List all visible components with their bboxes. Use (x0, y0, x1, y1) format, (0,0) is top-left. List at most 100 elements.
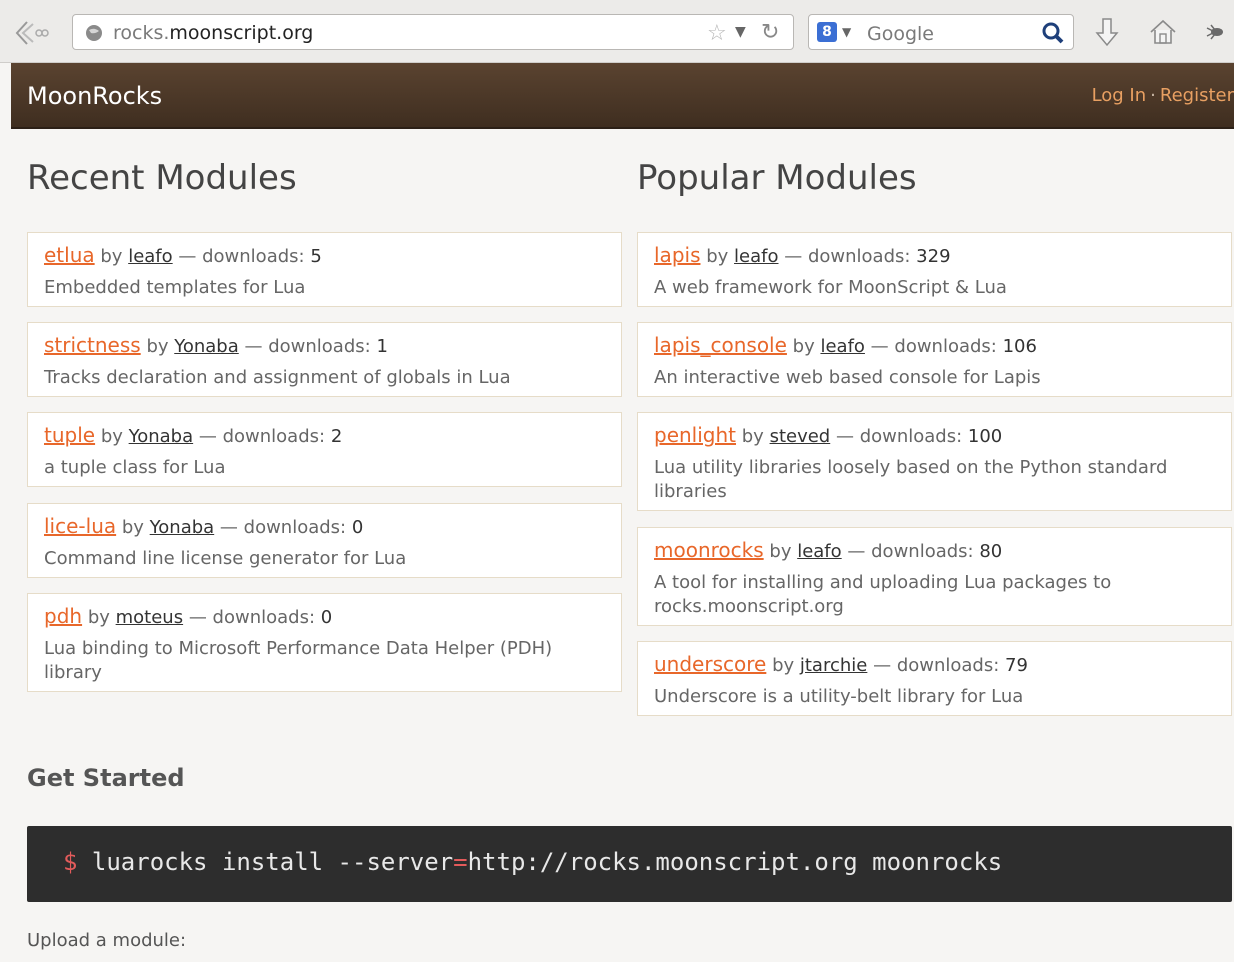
downloads-label: — downloads: (198, 426, 326, 447)
module-description: Lua utility libraries loosely based on t… (654, 457, 1168, 502)
module-card: pdh by moteus — downloads: 0 Lua binding… (27, 593, 622, 692)
module-card: lapis by leafo — downloads: 329 A web fr… (637, 232, 1232, 307)
downloads-label: — downloads: (870, 336, 997, 357)
downloads-label: — downloads: (847, 541, 974, 562)
url-text[interactable]: rocks.moonscript.org (113, 22, 313, 44)
downloads-label: — downloads: (835, 426, 963, 447)
downloads-count: 106 (1002, 336, 1037, 357)
downloads-count: 100 (967, 426, 1003, 447)
downloads-count: 5 (310, 246, 322, 267)
module-description: An interactive web based console for Lap… (654, 367, 1041, 388)
module-description: Underscore is a utility-belt library for… (654, 686, 1024, 707)
command-equals: = (453, 848, 468, 876)
download-button[interactable] (1090, 14, 1124, 50)
globe-icon (86, 25, 102, 41)
downloads-count: 2 (330, 426, 343, 447)
command-part: luarocks install --server (91, 848, 454, 876)
module-card: lapis_console by leafo — downloads: 106 … (637, 322, 1232, 397)
module-card: lice-lua by Yonaba — downloads: 0 Comman… (27, 503, 622, 578)
bug-extension-icon (1206, 24, 1223, 40)
module-description: Lua binding to Microsoft Performance Dat… (44, 638, 553, 683)
author-link[interactable]: leafo (797, 541, 841, 562)
module-link[interactable]: tuple (44, 423, 95, 447)
back-arrow-icon (15, 21, 49, 45)
module-link[interactable]: underscore (654, 652, 766, 676)
url-dropdown-icon[interactable]: ▼ (735, 24, 746, 40)
back-button[interactable] (10, 14, 52, 52)
module-link[interactable]: lice-lua (44, 514, 116, 538)
author-link[interactable]: leafo (820, 336, 864, 357)
popular-modules-title: Popular Modules (637, 158, 917, 198)
google-logo-icon[interactable]: 8 (817, 22, 837, 42)
module-link[interactable]: moonrocks (654, 538, 764, 562)
by-text: by (146, 336, 169, 357)
downloads-count: 0 (351, 517, 364, 538)
home-button[interactable] (1146, 14, 1180, 50)
downloads-count: 79 (1005, 655, 1028, 676)
module-link[interactable]: etlua (44, 243, 95, 267)
by-text: by (121, 517, 144, 538)
by-text: by (741, 426, 764, 447)
by-text: by (772, 655, 795, 676)
upload-module-label: Upload a module: (27, 930, 187, 951)
recent-modules-title: Recent Modules (27, 158, 297, 198)
downloads-label: — downloads: (873, 655, 1000, 676)
author-link[interactable]: jtarchie (800, 655, 867, 676)
module-card: strictness by Yonaba — downloads: 1 Trac… (27, 322, 622, 397)
module-card: moonrocks by leafo — downloads: 80 A too… (637, 527, 1232, 626)
author-link[interactable]: steved (770, 426, 831, 447)
downloads-count: 1 (376, 336, 388, 357)
module-link[interactable]: lapis (654, 243, 700, 267)
author-link[interactable]: Yonaba (174, 336, 239, 357)
url-bar[interactable]: rocks.moonscript.org ☆ ▼ ↻ (72, 14, 794, 50)
get-started-title: Get Started (27, 764, 185, 792)
search-input[interactable]: Google (867, 23, 934, 45)
command-part: http://rocks.moonscript.org moonrocks (467, 848, 1003, 876)
brand-logo[interactable]: MoonRocks (27, 82, 162, 110)
module-link[interactable]: lapis_console (654, 333, 787, 357)
module-card: underscore by jtarchie — downloads: 79 U… (637, 641, 1232, 716)
downloads-label: — downloads: (178, 246, 305, 267)
author-link[interactable]: leafo (128, 246, 172, 267)
register-link[interactable]: Register (1160, 85, 1234, 106)
downloads-count: 80 (979, 541, 1003, 562)
module-description: a tuple class for Lua (44, 457, 226, 478)
module-card: penlight by steved — downloads: 100 Lua … (637, 412, 1232, 511)
bookmark-star-icon[interactable]: ☆ (707, 21, 727, 46)
author-link[interactable]: Yonaba (129, 426, 194, 447)
author-link[interactable]: moteus (116, 607, 183, 628)
login-link[interactable]: Log In (1092, 85, 1147, 106)
extension-button[interactable] (1198, 14, 1232, 50)
downloads-count: 329 (916, 246, 951, 267)
author-link[interactable]: leafo (734, 246, 778, 267)
search-bar[interactable]: 8 ▼ Google (808, 14, 1074, 50)
module-description: A tool for installing and uploading Lua … (654, 572, 1112, 617)
downloads-count: 0 (320, 607, 333, 628)
module-link[interactable]: penlight (654, 423, 736, 447)
reload-icon[interactable]: ↻ (761, 20, 779, 45)
download-arrow-icon (1095, 18, 1119, 47)
by-text: by (100, 246, 123, 267)
module-description: Embedded templates for Lua (44, 277, 306, 298)
downloads-label: — downloads: (784, 246, 911, 267)
install-command-box[interactable]: $ luarocks install --server=http://rocks… (27, 826, 1232, 902)
search-icon[interactable] (1041, 21, 1065, 45)
module-description: Tracks declaration and assignment of glo… (44, 367, 511, 388)
downloads-label: — downloads: (244, 336, 371, 357)
author-link[interactable]: Yonaba (150, 517, 215, 538)
search-engine-dropdown-icon[interactable]: ▼ (842, 25, 851, 39)
by-text: by (706, 246, 729, 267)
auth-separator: · (1150, 85, 1156, 106)
module-card: tuple by Yonaba — downloads: 2 a tuple c… (27, 412, 622, 487)
module-description: A web framework for MoonScript & Lua (654, 277, 1007, 298)
by-text: by (100, 426, 123, 447)
downloads-label: — downloads: (219, 517, 347, 538)
by-text: by (769, 541, 792, 562)
install-command[interactable]: $ luarocks install --server=http://rocks… (63, 848, 1002, 876)
module-link[interactable]: pdh (44, 604, 82, 628)
module-description: Command line license generator for Lua (44, 548, 407, 569)
auth-links: Log In · Register (1092, 85, 1234, 106)
downloads-label: — downloads: (188, 607, 316, 628)
home-icon (1150, 19, 1176, 44)
module-link[interactable]: strictness (44, 333, 141, 357)
